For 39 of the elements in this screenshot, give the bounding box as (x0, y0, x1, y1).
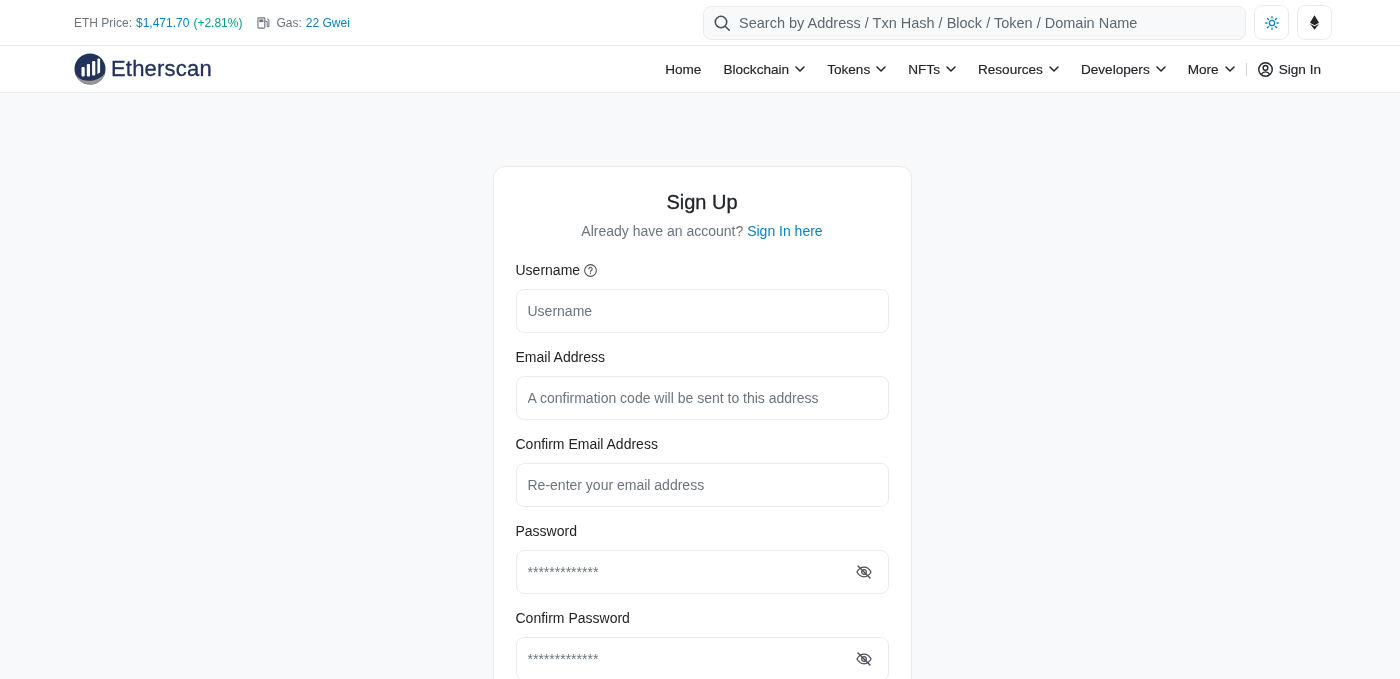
logo-icon[interactable] (74, 53, 106, 85)
search-icon (714, 14, 730, 31)
field-label: Email Address (515, 348, 605, 367)
price-label: ETH Price: (74, 15, 132, 30)
theme-toggle-button[interactable] (1254, 5, 1289, 40)
nav-link[interactable]: Resources (977, 61, 1059, 77)
search-field[interactable]: Search by Address / Txn Hash / Block / Token / Domain Name (703, 5, 1246, 40)
sign-in-here-link[interactable]: Sign In here (747, 223, 823, 239)
account-prompt: Already have an account? (581, 223, 744, 239)
nav-link[interactable]: Home (665, 61, 702, 77)
network-button[interactable] (1297, 5, 1332, 40)
password-field[interactable]: ************* (515, 637, 889, 679)
field-label: Confirm Email Address (515, 435, 658, 454)
price-change: (+2.81%) (193, 15, 243, 30)
form-title: Sign Up (665, 190, 739, 215)
password-field[interactable]: ************* (515, 550, 889, 594)
sun-icon (1264, 15, 1279, 30)
nav-link[interactable]: NFTs (908, 61, 956, 77)
field-label: Password (515, 522, 577, 541)
field-label: Username (515, 261, 581, 280)
nav-link[interactable]: Developers (1080, 61, 1166, 77)
nav-link[interactable]: Tokens (827, 61, 887, 77)
input-field[interactable]: Re-enter your email address (515, 463, 889, 507)
nav-link[interactable]: Blockchain (723, 61, 806, 77)
price-link[interactable]: $1,471.70 (136, 15, 190, 30)
field-label: Confirm Password (515, 609, 630, 628)
diamond-icon (1310, 15, 1319, 30)
gas-label: Gas: (276, 15, 302, 30)
input-field[interactable]: A confirmation code will be sent to this address (515, 376, 889, 420)
question-circle-icon[interactable] (584, 263, 598, 277)
gas-pump-icon (257, 16, 271, 29)
user-circle-icon (1257, 61, 1273, 77)
eye-slash-icon[interactable] (855, 651, 872, 667)
nav-link[interactable]: More (1187, 61, 1235, 77)
gas-link[interactable]: 22 Gwei (305, 15, 350, 30)
logo-text[interactable]: Etherscan (111, 56, 212, 82)
input-field[interactable]: Username (515, 289, 889, 333)
sign-in-link[interactable]: Sign In (1257, 61, 1321, 77)
eye-slash-icon[interactable] (855, 564, 872, 580)
